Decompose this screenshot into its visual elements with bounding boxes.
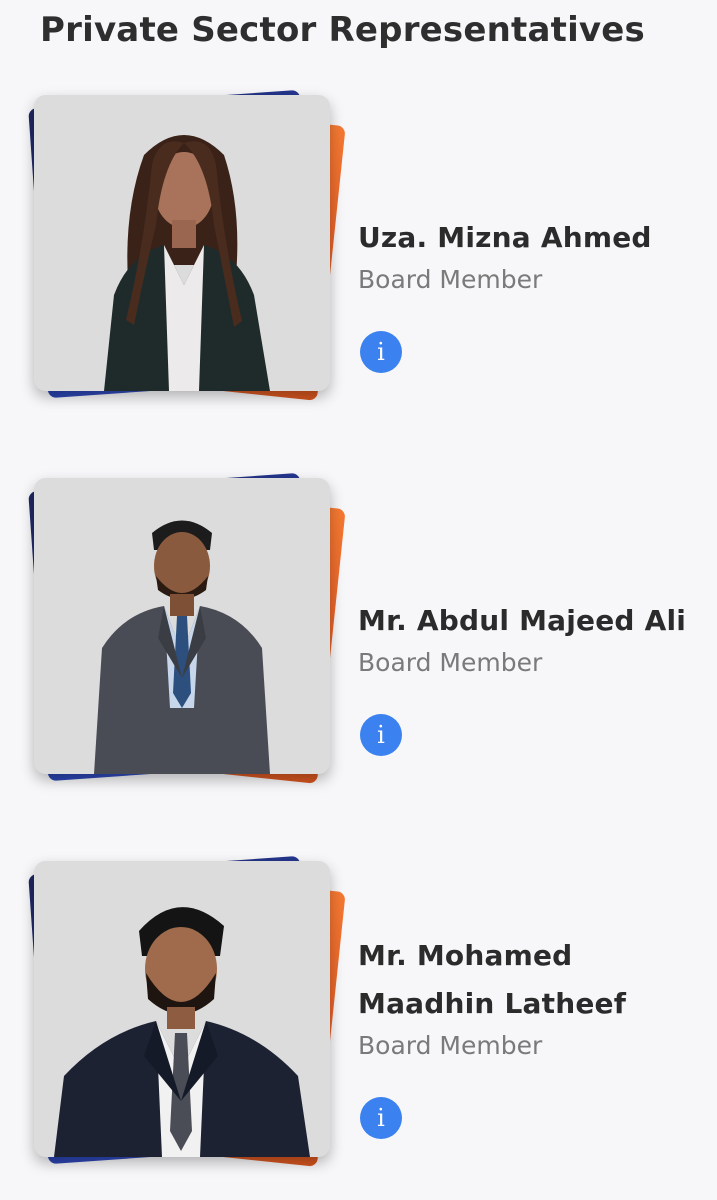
member-role: Board Member [358, 265, 543, 294]
member-info: Mr. Abdul Majeed Ali Board Member i [358, 468, 708, 788]
info-icon: i [377, 1104, 385, 1132]
info-icon: i [377, 338, 385, 366]
member-name-line-1: Mr. Mohamed [358, 939, 573, 972]
member-photo [34, 861, 330, 1157]
member-photo-frame [22, 85, 346, 405]
member-photo [34, 95, 330, 391]
info-icon: i [377, 721, 385, 749]
member-photo-frame [22, 851, 346, 1171]
portrait-woman-image [34, 95, 330, 391]
portrait-man-image [34, 478, 330, 774]
section-title: Private Sector Representatives [40, 10, 645, 50]
member-info: Uza. Mizna Ahmed Board Member i [358, 85, 708, 405]
member-photo [34, 478, 330, 774]
member-card: Mr. Abdul Majeed Ali Board Member i [0, 468, 717, 798]
member-card: Uza. Mizna Ahmed Board Member i [0, 85, 717, 415]
member-info: Mr. Mohamed Maadhin Latheef Board Member… [358, 851, 708, 1171]
portrait-man-image [34, 861, 330, 1157]
info-button[interactable]: i [360, 331, 402, 373]
member-card: Mr. Mohamed Maadhin Latheef Board Member… [0, 851, 717, 1181]
info-button[interactable]: i [360, 714, 402, 756]
member-role: Board Member [358, 1031, 543, 1060]
member-role: Board Member [358, 648, 543, 677]
member-photo-frame [22, 468, 346, 788]
info-button[interactable]: i [360, 1097, 402, 1139]
member-name: Mr. Abdul Majeed Ali [358, 604, 687, 637]
member-name: Uza. Mizna Ahmed [358, 221, 652, 254]
member-name-line-2: Maadhin Latheef [358, 987, 627, 1020]
